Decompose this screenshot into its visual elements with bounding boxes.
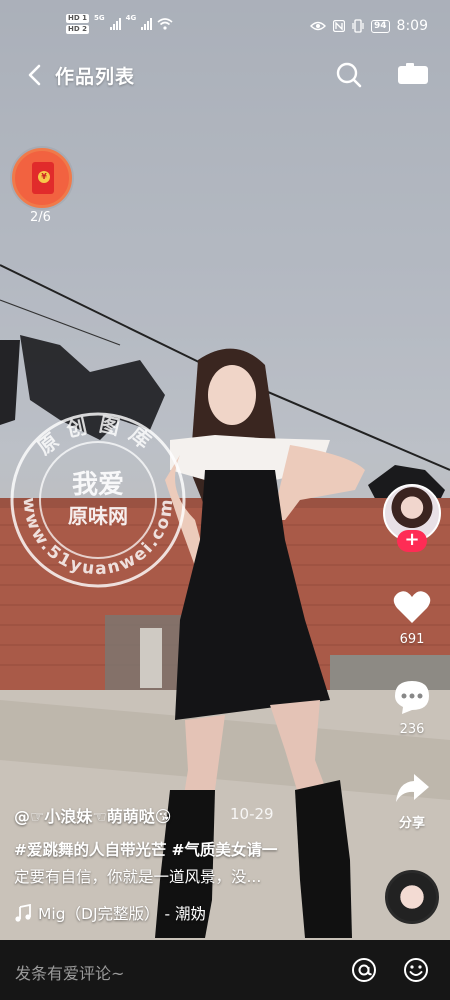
post-description[interactable]: #爱跳舞的人自带光芒 #气质美女请一 定要有自信，你就是一道风景，没...: [14, 837, 344, 891]
vibrate-icon: [352, 19, 364, 33]
status-bar: HD 1 HD 2 5G 4G 94 8:09: [0, 0, 450, 56]
description-text: 定要有自信，你就是一道风景，没...: [14, 868, 262, 886]
follow-plus-button[interactable]: +: [397, 530, 427, 552]
share-button[interactable]: 分享: [382, 770, 442, 831]
red-packet-progress: 2/6: [30, 210, 51, 225]
signal-1-icon: [109, 18, 121, 30]
network-2-label: 4G: [125, 14, 137, 22]
comment-bar: 发条有爱评论~: [0, 940, 450, 1000]
wifi-icon: [157, 18, 173, 30]
watermark-stamp: 原创图库 www.51yuanwei.com 我爱 原味网: [6, 408, 190, 592]
like-button[interactable]: 691: [382, 588, 442, 647]
red-packet-button[interactable]: [12, 148, 72, 208]
music-note-icon: [15, 904, 31, 922]
watermark-line2: 原味网: [68, 504, 128, 528]
top-nav: 作品列表: [0, 56, 450, 96]
music-title: Mig（DJ完整版） - 潮妫: [38, 905, 206, 923]
music-disc[interactable]: [385, 870, 439, 924]
network-1-label: 5G: [93, 14, 105, 22]
comment-input[interactable]: 发条有爱评论~: [15, 960, 124, 984]
post-date: 10-29: [230, 805, 274, 823]
comment-button[interactable]: 236: [382, 678, 442, 737]
camera-icon[interactable]: [396, 62, 430, 88]
eye-icon: [310, 21, 327, 31]
hashtag-link[interactable]: #爱跳舞的人自带光芒: [14, 841, 167, 859]
comment-count: 236: [399, 722, 425, 737]
clock: 8:09: [396, 18, 428, 34]
red-envelope-icon: [32, 162, 54, 194]
watermark-line1: 我爱: [71, 470, 124, 500]
emoji-icon[interactable]: [402, 956, 430, 984]
author-name[interactable]: @☞小浪妹☜萌萌哒😘: [14, 803, 171, 827]
heart-icon: [393, 591, 431, 623]
svg-text:原创图库: 原创图库: [33, 412, 164, 460]
music-info[interactable]: Mig（DJ完整版） - 潮妫: [14, 902, 206, 924]
search-icon[interactable]: [334, 60, 364, 90]
comment-bubble-icon: [395, 681, 429, 714]
battery-level: 94: [371, 19, 390, 33]
share-arrow-icon: [396, 774, 429, 802]
share-label: 分享: [398, 816, 425, 831]
back-arrow-icon[interactable]: [22, 60, 50, 90]
sim2-label: HD 2: [66, 25, 89, 34]
mention-at-icon[interactable]: [350, 956, 378, 984]
signal-2-icon: [141, 18, 153, 30]
sim1-label: HD 1: [66, 14, 89, 23]
like-count: 691: [399, 632, 425, 647]
page-title: 作品列表: [55, 66, 136, 88]
hashtag-link[interactable]: #气质美女请一: [171, 841, 277, 859]
nfc-icon: [333, 20, 346, 32]
